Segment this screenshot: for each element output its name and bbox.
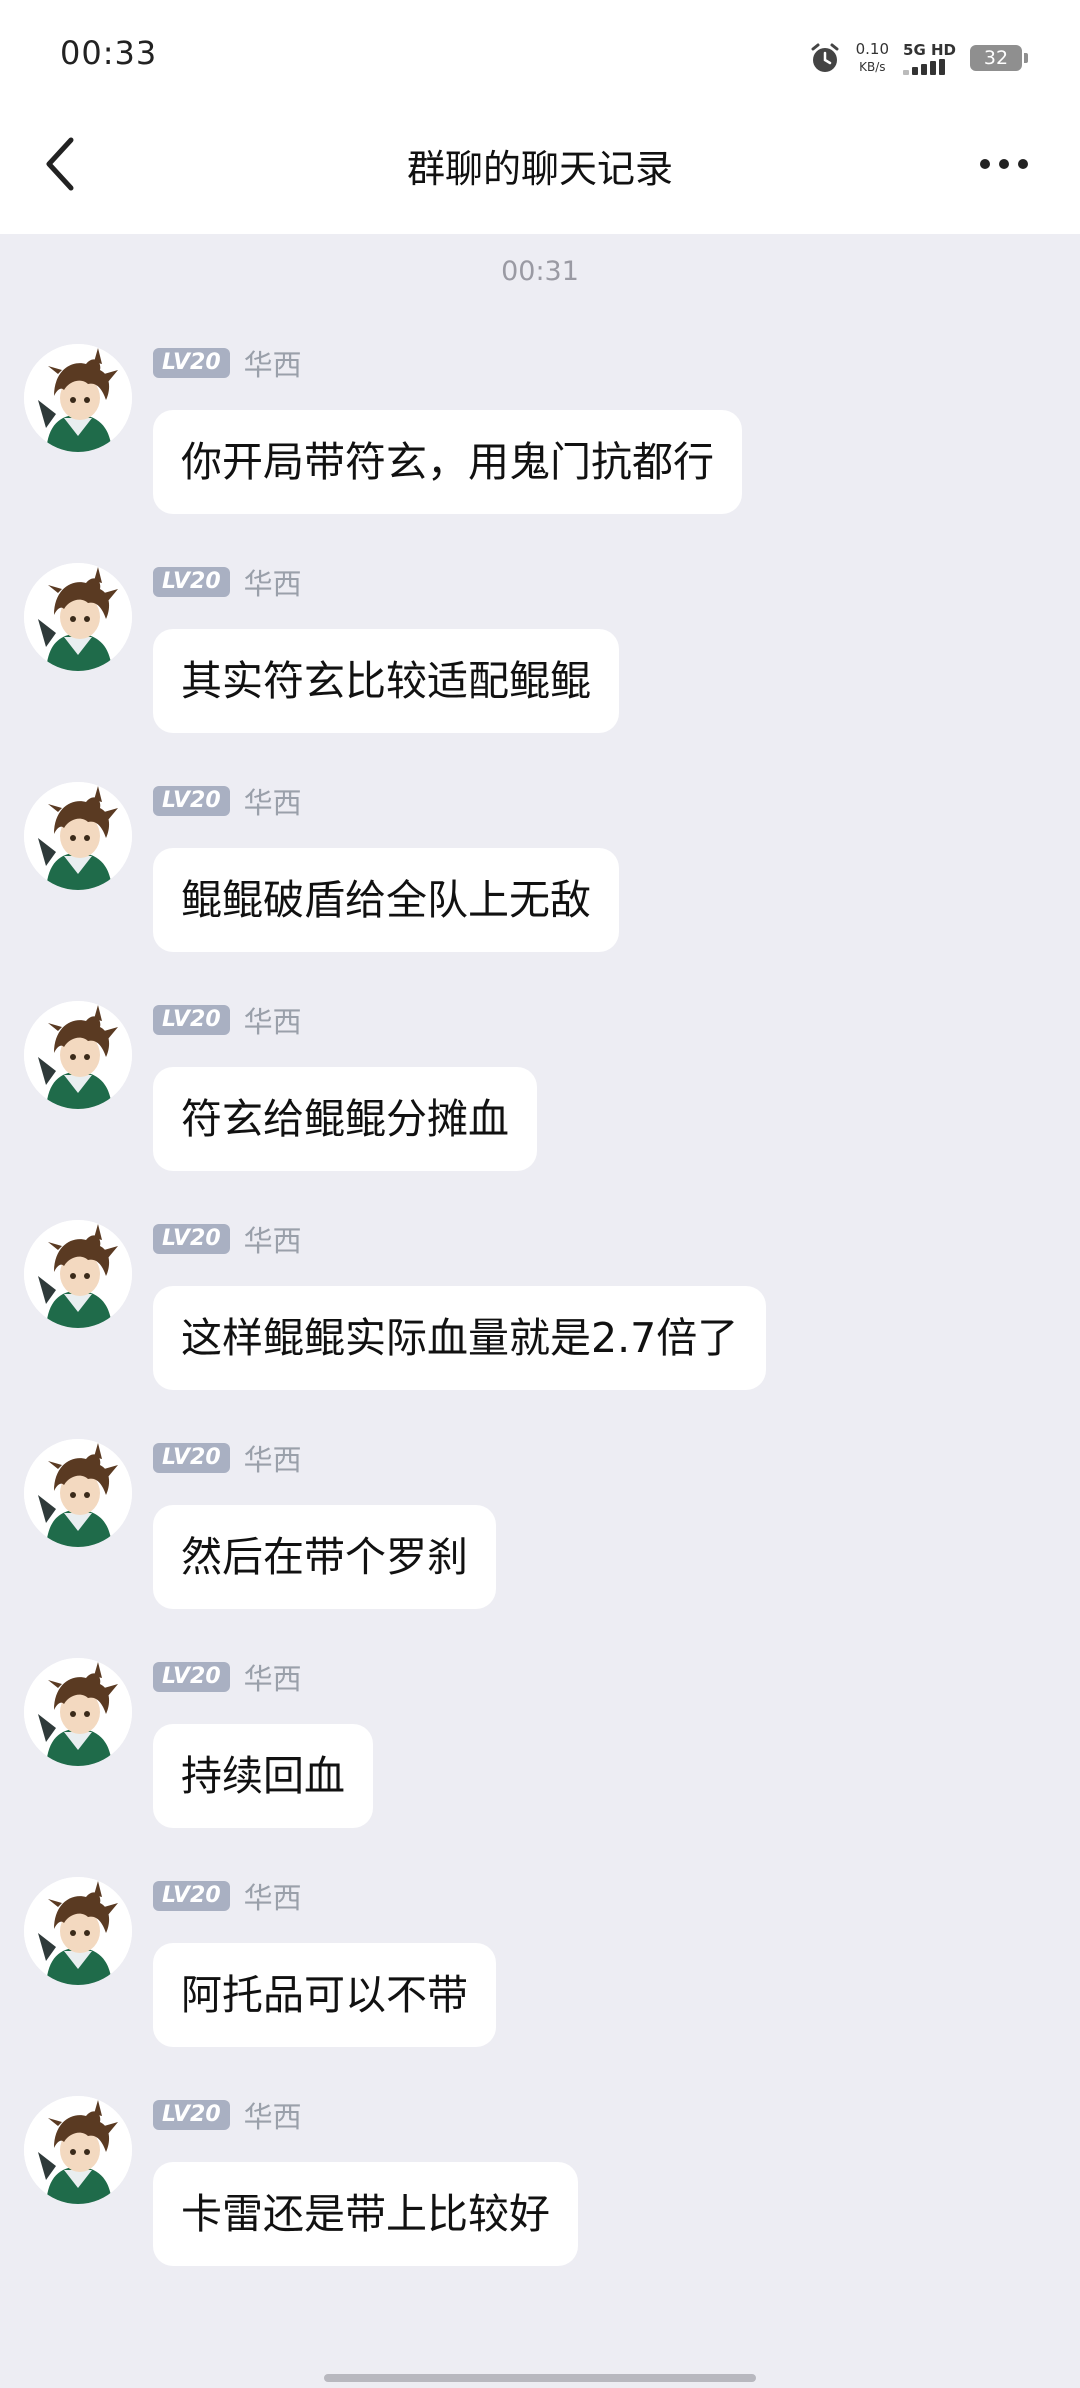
more-button[interactable]	[964, 132, 1044, 196]
more-dot	[980, 159, 990, 169]
avatar[interactable]	[24, 1658, 132, 1766]
signal-bars-icon	[903, 58, 946, 75]
chat-message: LV20 华西鲲鲲破盾给全队上无敌	[0, 782, 1080, 982]
level-badge: LV20	[153, 1224, 230, 1254]
message-bubble[interactable]: 你开局带符玄，用鬼门抗都行	[153, 410, 742, 514]
message-meta: LV20 华西	[153, 565, 302, 601]
chat-message: LV20 华西这样鲲鲲实际血量就是2.7倍了	[0, 1220, 1080, 1420]
network-label: 5G HD	[903, 40, 956, 59]
battery-level: 32	[983, 47, 1009, 69]
more-dot	[1018, 159, 1028, 169]
message-meta: LV20 华西	[153, 1222, 302, 1258]
level-badge: LV20	[153, 2100, 230, 2130]
chat-message: LV20 华西卡雷还是带上比较好	[0, 2096, 1080, 2296]
chevron-left-icon	[46, 137, 74, 191]
message-bubble[interactable]: 这样鲲鲲实际血量就是2.7倍了	[153, 1286, 767, 1390]
avatar[interactable]	[24, 1877, 132, 1985]
sender-name: 华西	[243, 348, 302, 382]
message-meta: LV20 华西	[153, 346, 302, 382]
chat-message: LV20 华西持续回血	[0, 1658, 1080, 1858]
level-badge: LV20	[153, 348, 230, 378]
avatar[interactable]	[24, 2096, 132, 2204]
back-button[interactable]	[30, 128, 90, 200]
chat-message: LV20 华西你开局带符玄，用鬼门抗都行	[0, 344, 1080, 544]
signal-indicator: 5G HD	[903, 40, 956, 75]
message-meta: LV20 华西	[153, 1660, 302, 1696]
page-title: 群聊的聊天记录	[406, 147, 673, 191]
message-meta: LV20 华西	[153, 784, 302, 820]
message-meta: LV20 华西	[153, 1003, 302, 1039]
sender-name: 华西	[243, 567, 302, 601]
alarm-icon	[811, 43, 839, 72]
message-meta: LV20 华西	[153, 1879, 302, 1915]
net-speed-unit: KB/s	[859, 60, 886, 74]
message-bubble[interactable]: 符玄给鲲鲲分摊血	[153, 1067, 537, 1171]
avatar[interactable]	[24, 563, 132, 671]
status-icons: 0.10 KB/s 5G HD 32	[808, 36, 1028, 80]
net-speed: 0.10 KB/s	[856, 40, 889, 76]
net-speed-value: 0.10	[855, 40, 890, 58]
sender-name: 华西	[243, 2100, 302, 2134]
top-bar: 00:33 0.10 KB/s 5G HD 32 群聊的聊天记录	[0, 0, 1080, 234]
sender-name: 华西	[243, 1005, 302, 1039]
avatar[interactable]	[24, 1220, 132, 1328]
level-badge: LV20	[153, 1005, 230, 1035]
chat-message: LV20 华西其实符玄比较适配鲲鲲	[0, 563, 1080, 763]
sender-name: 华西	[243, 1662, 302, 1696]
level-badge: LV20	[153, 1443, 230, 1473]
chat-timestamp: 00:31	[501, 256, 579, 287]
message-bubble[interactable]: 其实符玄比较适配鲲鲲	[153, 629, 619, 733]
message-meta: LV20 华西	[153, 2098, 302, 2134]
message-bubble[interactable]: 然后在带个罗刹	[153, 1505, 496, 1609]
avatar[interactable]	[24, 344, 132, 452]
message-bubble[interactable]: 阿托品可以不带	[153, 1943, 496, 2047]
level-badge: LV20	[153, 786, 230, 816]
level-badge: LV20	[153, 1662, 230, 1692]
home-indicator[interactable]	[324, 2374, 756, 2382]
avatar[interactable]	[24, 1001, 132, 1109]
sender-name: 华西	[243, 1881, 302, 1915]
level-badge: LV20	[153, 1881, 230, 1911]
avatar[interactable]	[24, 782, 132, 890]
sender-name: 华西	[243, 786, 302, 820]
sender-name: 华西	[243, 1443, 302, 1477]
message-bubble[interactable]: 持续回血	[153, 1724, 373, 1828]
chat-message: LV20 华西阿托品可以不带	[0, 1877, 1080, 2077]
avatar[interactable]	[24, 1439, 132, 1547]
sender-name: 华西	[243, 1224, 302, 1258]
message-bubble[interactable]: 卡雷还是带上比较好	[153, 2162, 578, 2266]
message-bubble[interactable]: 鲲鲲破盾给全队上无敌	[153, 848, 619, 952]
status-time: 00:33	[60, 34, 158, 72]
level-badge: LV20	[153, 567, 230, 597]
more-dot	[999, 159, 1009, 169]
battery-icon: 32	[970, 45, 1028, 71]
chat-message: LV20 华西符玄给鲲鲲分摊血	[0, 1001, 1080, 1201]
chat-message: LV20 华西然后在带个罗刹	[0, 1439, 1080, 1639]
message-meta: LV20 华西	[153, 1441, 302, 1477]
